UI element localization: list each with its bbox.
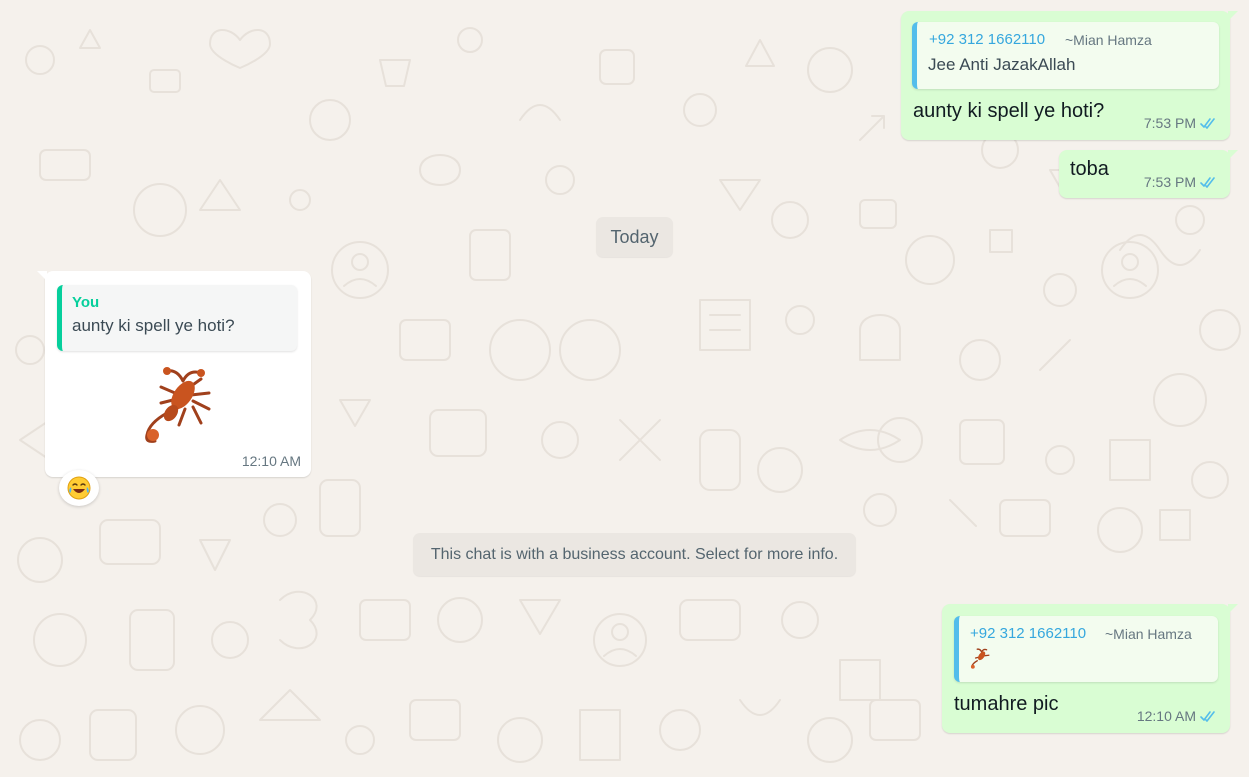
bubble-tail xyxy=(37,271,47,281)
business-account-notice[interactable]: This chat is with a business account. Se… xyxy=(413,533,856,576)
message-text: aunty ki spell ye hoti? xyxy=(913,100,1105,122)
message-bubble-outgoing[interactable]: +92 312 1662110 ~Mian Hamza tumahre pic … xyxy=(942,604,1238,733)
bubble-tail xyxy=(1228,11,1238,21)
scorpion-thumbnail-icon xyxy=(970,648,990,669)
bubble-tail xyxy=(1228,604,1238,614)
message-text: tumahre pic xyxy=(954,693,1059,715)
quoted-sender-you: You xyxy=(72,294,100,311)
read-double-check-icon xyxy=(1200,710,1215,722)
quoted-message[interactable]: +92 312 1662110 ~Mian Hamza Jee Anti Jaz… xyxy=(912,22,1219,89)
message-meta: 7:53 PM xyxy=(1144,174,1218,190)
quoted-sender-phone: +92 312 1662110 xyxy=(970,625,1087,642)
read-double-check-icon xyxy=(1200,176,1215,188)
quoted-message[interactable]: You aunty ki spell ye hoti? xyxy=(57,285,297,351)
quoted-sender-alias: ~Mian Hamza xyxy=(1065,32,1152,48)
bubble-tail xyxy=(1228,150,1238,160)
quoted-sender-phone: +92 312 1662110 xyxy=(929,31,1046,48)
message-time: 7:53 PM xyxy=(1143,115,1196,131)
quoted-text: aunty ki spell ye hoti? xyxy=(72,316,235,335)
read-double-check-icon xyxy=(1200,117,1215,129)
scorpion-sticker[interactable] xyxy=(137,363,217,443)
quoted-text: Jee Anti JazakAllah xyxy=(928,55,1076,74)
message-time: 12:10 AM xyxy=(1136,708,1196,724)
message-time: 12:10 AM xyxy=(241,453,301,469)
message-meta: 12:10 AM xyxy=(242,453,301,469)
reaction-badge[interactable] xyxy=(59,470,99,506)
date-divider: Today xyxy=(596,217,673,257)
message-text: toba xyxy=(1070,158,1109,180)
quoted-sender-alias: ~Mian Hamza xyxy=(1105,626,1192,642)
message-bubble-outgoing[interactable]: toba 7:53 PM xyxy=(1059,150,1238,198)
quoted-message[interactable]: +92 312 1662110 ~Mian Hamza xyxy=(954,616,1218,682)
face-with-tears-of-joy-emoji xyxy=(67,476,91,500)
message-meta: 12:10 AM xyxy=(1137,708,1218,724)
message-bubble-incoming[interactable]: You aunty ki spell ye hoti? 12:10 AM xyxy=(37,271,311,477)
message-bubble-outgoing[interactable]: +92 312 1662110 ~Mian Hamza Jee Anti Jaz… xyxy=(901,11,1238,140)
message-time: 7:53 PM xyxy=(1143,174,1196,190)
message-meta: 7:53 PM xyxy=(1144,115,1218,131)
